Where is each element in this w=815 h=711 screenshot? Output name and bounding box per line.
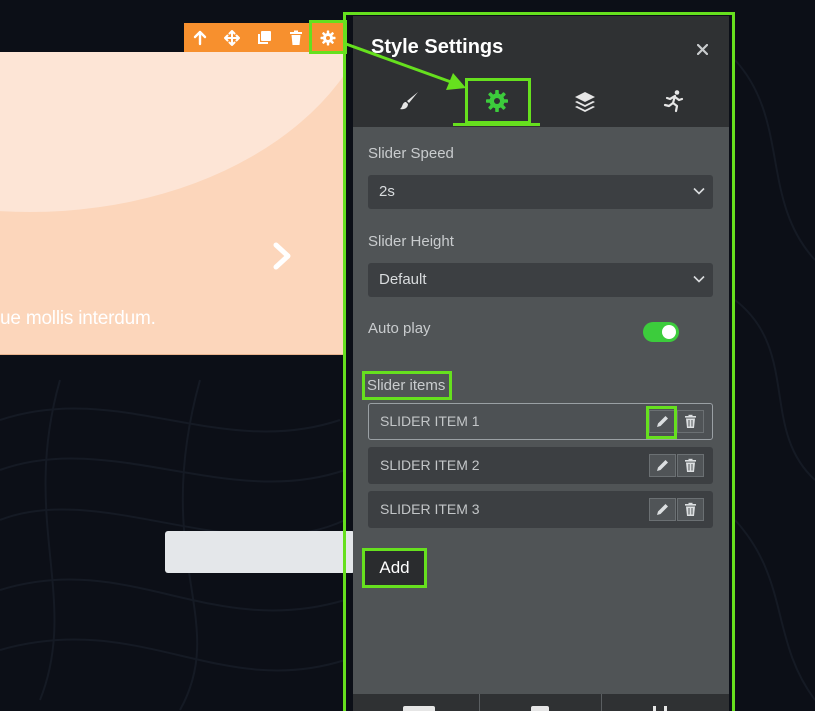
panel-highlight (343, 12, 735, 711)
arrow-up-icon (193, 30, 207, 45)
slide-decorative-arc (0, 52, 346, 212)
slide-caption: ue mollis interdum. (0, 308, 156, 329)
move-button[interactable] (216, 23, 248, 52)
slider-canvas[interactable]: ue mollis interdum. (0, 52, 346, 355)
duplicate-button[interactable] (248, 23, 280, 52)
move-up-button[interactable] (184, 23, 216, 52)
duplicate-icon (258, 30, 271, 44)
chevron-right-icon[interactable] (268, 240, 296, 272)
move-icon (224, 29, 240, 46)
canvas-button[interactable] (165, 531, 355, 573)
settings-button-highlight (309, 20, 347, 54)
delete-button[interactable] (280, 23, 312, 52)
trash-icon (290, 30, 302, 45)
